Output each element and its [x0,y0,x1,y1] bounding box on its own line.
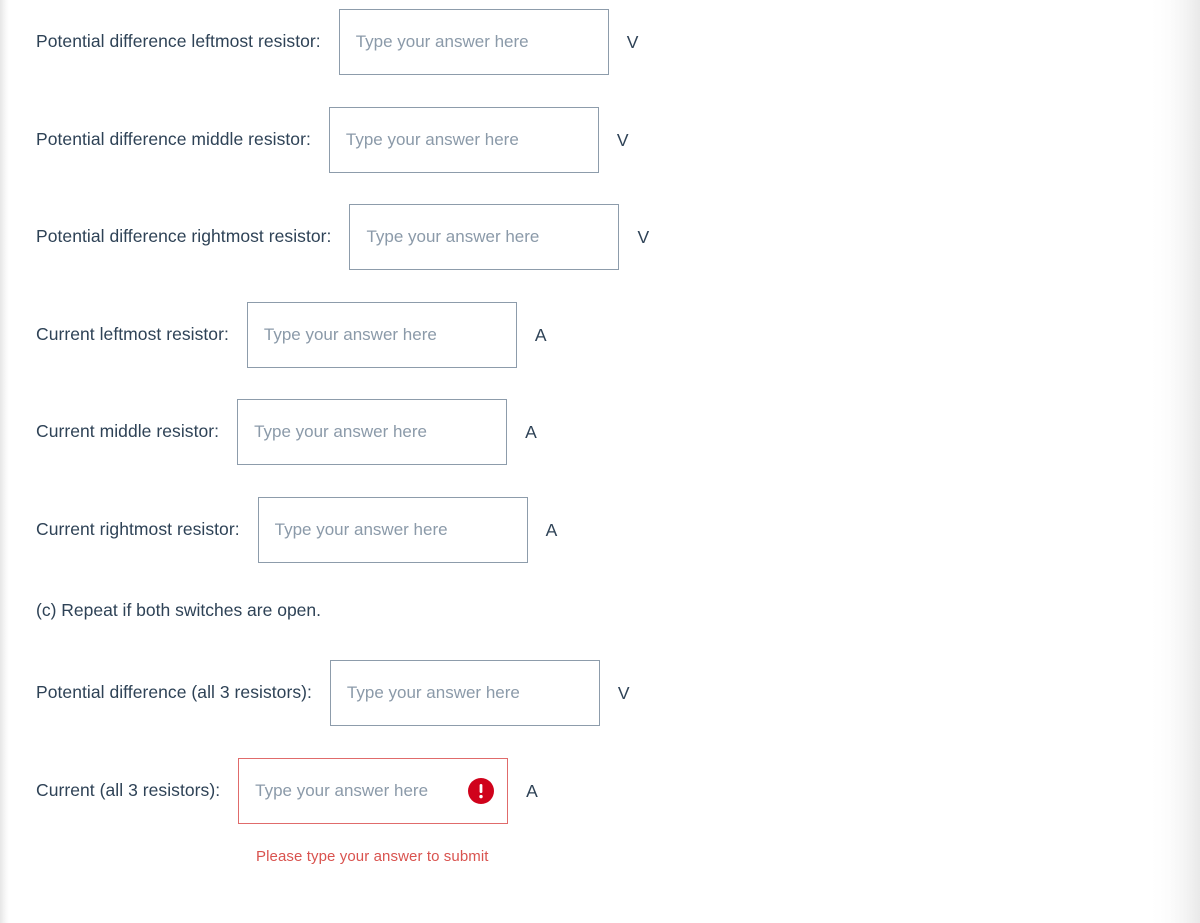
input-wrap-pd-middle [328,107,599,173]
answer-input-pd-rightmost[interactable] [349,204,620,270]
input-wrap-current-middle [237,399,508,465]
page-left-edge-shadow [0,0,9,923]
unit-label-pd-leftmost: V [626,31,639,52]
form-row-current-middle: Current middle resistor: A [36,399,537,465]
unit-label-pd-rightmost: V [637,226,650,247]
answer-input-pd-all[interactable] [329,660,600,726]
answer-input-pd-leftmost[interactable] [338,9,609,75]
unit-label-current-middle: A [525,421,537,442]
form-row-current-all: Current (all 3 resistors): A [36,758,538,824]
input-wrap-current-rightmost [257,497,528,563]
input-wrap-pd-leftmost [338,9,609,75]
answer-input-current-rightmost[interactable] [257,497,528,563]
answer-input-pd-middle[interactable] [328,107,599,173]
unit-label-current-leftmost: A [534,324,547,345]
field-label-pd-rightmost: Potential difference rightmost resistor: [36,226,332,247]
form-row-pd-rightmost: Potential difference rightmost resistor:… [36,204,649,270]
section-note-c: (c) Repeat if both switches are open. [36,600,322,620]
field-label-pd-all: Potential difference (all 3 resistors): [36,682,312,703]
unit-label-pd-all: V [617,682,630,703]
input-wrap-current-leftmost [246,302,517,368]
form-row-pd-middle: Potential difference middle resistor: V [36,107,629,173]
answer-input-current-middle[interactable] [237,399,508,465]
field-label-pd-leftmost: Potential difference leftmost resistor: [36,31,321,52]
field-label-current-leftmost: Current leftmost resistor: [36,324,229,345]
unit-label-current-rightmost: A [545,519,558,540]
form-row-current-rightmost: Current rightmost resistor: A [36,497,557,563]
unit-label-current-all: A [526,780,538,801]
answer-input-current-leftmost[interactable] [246,302,517,368]
input-wrap-pd-rightmost [349,204,620,270]
field-label-pd-middle: Potential difference middle resistor: [36,129,311,150]
field-label-current-all: Current (all 3 resistors): [36,780,221,801]
answer-input-current-all[interactable] [238,758,509,824]
unit-label-pd-middle: V [616,129,629,150]
page-right-edge-shadow [1152,0,1200,923]
input-wrap-pd-all [329,660,600,726]
form-row-current-leftmost: Current leftmost resistor: A [36,302,547,368]
form-row-pd-all: Potential difference (all 3 resistors): … [36,660,630,726]
form-row-pd-leftmost: Potential difference leftmost resistor: … [36,9,638,75]
field-label-current-rightmost: Current rightmost resistor: [36,519,240,540]
error-message-current-all: Please type your answer to submit [256,848,489,865]
input-wrap-current-all [238,758,509,824]
field-label-current-middle: Current middle resistor: [36,421,220,442]
form-page: Potential difference leftmost resistor: … [0,0,1200,923]
